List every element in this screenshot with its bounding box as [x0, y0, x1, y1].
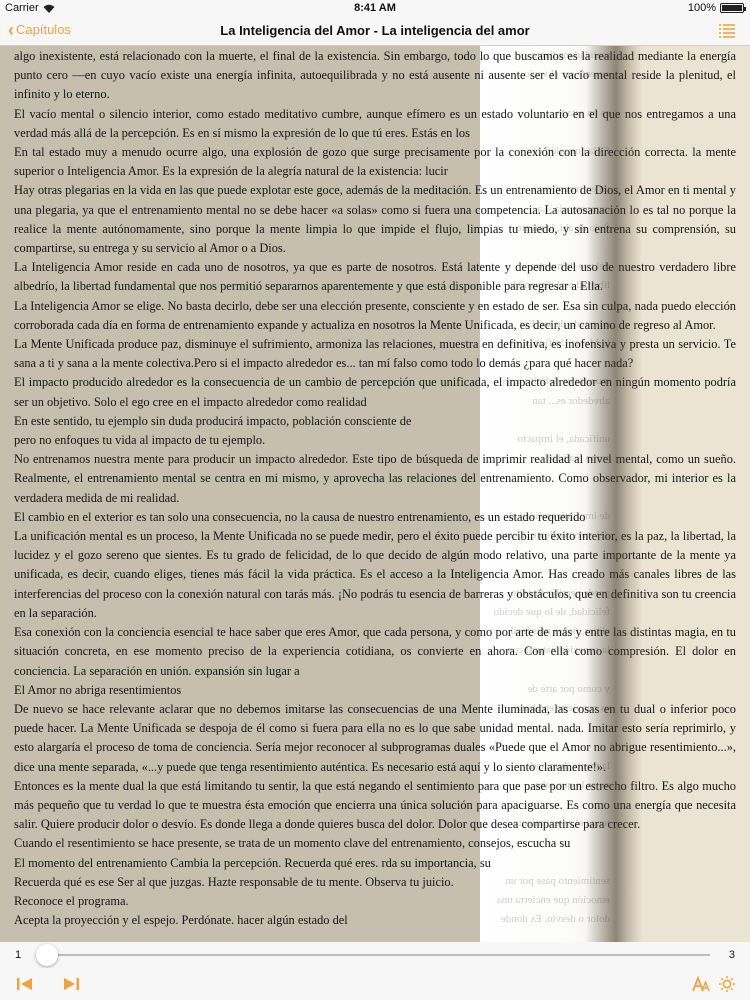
battery-icon: [720, 3, 746, 13]
brightness-icon[interactable]: [718, 976, 736, 992]
status-right: 100%: [687, 2, 746, 14]
paragraph: Cuando el resentimiento se hace presente…: [480, 836, 571, 851]
paragraph: El momento del entrenamiento Cambia la p…: [480, 855, 491, 870]
paragraph: En tal estado muy a menudo ocurre algo, …: [480, 145, 736, 160]
paragraph: Acepta la proyección y el espejo. Perdón…: [14, 913, 348, 928]
page-left-region[interactable]: algo inexistente, está relacionado con l…: [0, 46, 480, 942]
paragraph: Reconoce el programa.: [14, 893, 129, 908]
text-size-icon[interactable]: [692, 976, 710, 992]
page-curl-region[interactable]: realidad mediante ausente ser el vacío es…: [480, 46, 750, 942]
paragraph: Entonces es la mente dual la que está li…: [480, 778, 736, 832]
paragraph: La unificación mental es un proceso, la …: [480, 529, 736, 601]
paragraph: algo inexistente, está relacionado con l…: [14, 49, 480, 102]
reader-app: Carrier 8:41 AM 100% ‹ Capítulos La Inte…: [0, 0, 750, 1000]
page-slider-bar: 1 3: [0, 942, 750, 968]
page-text-under-curl: algo inexistente, está relacionado con l…: [480, 46, 736, 930]
paragraph: El Amor no abriga resentimientos: [480, 681, 736, 700]
paragraph: pero no enfoques tu vida al impacto de t…: [14, 433, 266, 448]
paragraph: El impacto producido alrededor es la con…: [480, 375, 736, 390]
book-title: La Inteligencia del Amor - La inteligenc…: [220, 23, 530, 38]
paragraph: Esa conexión con la conciencia esencial …: [480, 625, 736, 659]
bottom-toolbar: [0, 968, 750, 1000]
paragraph: Reconoce el programa.: [480, 892, 736, 911]
paragraph: De nuevo se hace relevante aclarar que n…: [14, 701, 480, 774]
paragraph: Entonces es la mente dual la que está li…: [14, 778, 480, 832]
paragraph: Recuerda qué es ese Ser al que juzgas. H…: [480, 873, 736, 892]
paragraph: pero no enfoques tu vida al impacto de t…: [480, 431, 736, 450]
paragraph: Hay otras plegarias en la vida en las qu…: [14, 183, 480, 256]
paragraph: Hay otras plegarias en la vida en las qu…: [480, 183, 736, 236]
page-slider-track[interactable]: [40, 954, 710, 956]
page-text: algo inexistente, está relacionado con l…: [14, 46, 480, 930]
paragraph: El vacío mental o silencio interior, com…: [14, 106, 480, 140]
total-pages-number: 3: [728, 949, 735, 961]
paragraph: El Amor no abriga resentimientos: [14, 682, 182, 697]
paragraph: El momento del entrenamiento Cambia la p…: [14, 855, 480, 870]
status-time: 8:41 AM: [354, 2, 396, 14]
paragraph: Acepta la proyección y el espejo. Perdón…: [480, 911, 736, 930]
skip-next-icon[interactable]: [62, 976, 80, 992]
paragraph: El cambio en el exterior es tan solo una…: [480, 509, 586, 524]
paragraph: La Mente Unificada produce paz, disminuy…: [14, 337, 480, 371]
paragraph: Cuando el resentimiento se hace presente…: [14, 836, 480, 851]
paragraph: El vacío mental o silencio interior, com…: [480, 106, 736, 121]
paragraph: La Inteligencia Amor se elige. No basta …: [14, 298, 480, 332]
paragraph: En este sentido, tu ejemplo sin duda pro…: [14, 413, 412, 428]
paragraph: La Inteligencia Amor reside en cada uno …: [480, 260, 736, 294]
status-bar: Carrier 8:41 AM 100%: [0, 0, 750, 16]
paragraph: La Mente Unificada produce paz, disminuy…: [480, 337, 736, 371]
paragraph: algo inexistente, está relacionado con l…: [480, 49, 736, 83]
paragraph: El cambio en el exterior es tan solo una…: [14, 509, 480, 524]
paragraph: No entrenamos nuestra mente para produci…: [480, 452, 736, 486]
paragraph: La Inteligencia Amor se elige. No basta …: [480, 298, 736, 332]
current-page-number: 1: [15, 949, 22, 961]
paragraph: La unificación mental es un proceso, la …: [14, 529, 480, 620]
list-icon[interactable]: [718, 23, 736, 39]
battery-percent: 100%: [687, 2, 716, 14]
paragraph: El impacto producido alrededor es la con…: [14, 375, 480, 409]
paragraph: Esa conexión con la conciencia esencial …: [14, 625, 480, 678]
paragraph: La Inteligencia Amor reside en cada uno …: [14, 260, 480, 294]
page-slider-thumb[interactable]: [36, 944, 58, 966]
nav-bar: ‹ Capítulos La Inteligencia del Amor - L…: [0, 16, 750, 46]
paragraph: En este sentido, tu ejemplo sin duda pro…: [480, 412, 736, 431]
skip-previous-icon[interactable]: [16, 976, 34, 992]
battery-fill: [722, 5, 742, 11]
paragraph: Recuerda qué es ese Ser al que juzgas. H…: [14, 874, 454, 889]
paragraph: En tal estado muy a menudo ocurre algo, …: [14, 145, 480, 179]
paragraph: No entrenamos nuestra mente para produci…: [14, 452, 480, 505]
paragraph: De nuevo se hace relevante aclarar que n…: [480, 701, 736, 774]
